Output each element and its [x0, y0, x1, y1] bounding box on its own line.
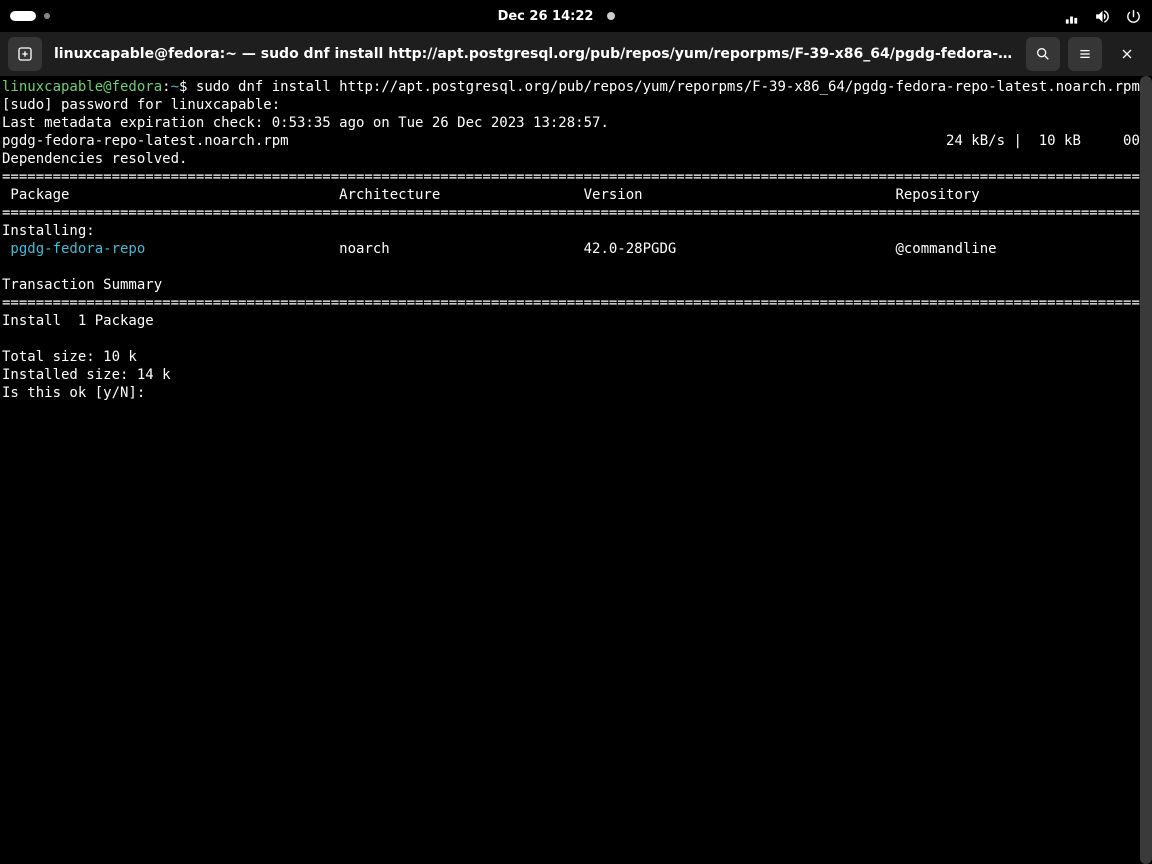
search-icon [1035, 46, 1051, 62]
network-icon [1063, 8, 1080, 25]
topbar-status-area[interactable] [1063, 8, 1142, 25]
plus-icon [17, 46, 33, 62]
download-line: pgdg-fedora-repo-latest.noarch.rpm 24 kB… [2, 133, 1152, 149]
prompt-sep: : [162, 79, 170, 95]
installed-size: Installed size: 14 k [2, 367, 171, 383]
close-icon [1119, 46, 1135, 62]
table-header: Package Architecture Version Repository … [2, 187, 1152, 203]
notification-dot-icon [607, 12, 615, 20]
menu-button[interactable] [1068, 37, 1102, 71]
rule-line: ========================================… [2, 205, 1152, 221]
close-button[interactable] [1110, 37, 1144, 71]
rule-line: ========================================… [2, 295, 1152, 311]
terminal-viewport[interactable]: linuxcapable@fedora:~$ sudo dnf install … [0, 76, 1152, 864]
topbar-activities[interactable] [10, 11, 50, 21]
activities-dot-icon [44, 13, 50, 19]
terminal-output: linuxcapable@fedora:~$ sudo dnf install … [0, 76, 1152, 404]
command-text: sudo dnf install http://apt.postgresql.o… [196, 79, 1140, 95]
new-tab-button[interactable] [8, 37, 42, 71]
terminal-titlebar: linuxcapable@fedora:~ — sudo dnf install… [0, 32, 1152, 76]
installing-label: Installing: [2, 223, 95, 239]
terminal-scrollbar[interactable] [1140, 76, 1152, 864]
sudo-prompt: [sudo] password for linuxcapable: [2, 97, 289, 113]
prompt-symbol: $ [179, 79, 196, 95]
volume-icon [1094, 8, 1111, 25]
deps-line: Dependencies resolved. [2, 151, 187, 167]
package-name: pgdg-fedora-repo [2, 241, 145, 257]
prompt-path: ~ [171, 79, 179, 95]
activities-pill-icon [10, 11, 36, 21]
power-icon [1125, 8, 1142, 25]
rule-line: ========================================… [2, 169, 1152, 185]
prompt-user: linuxcapable@fedora [2, 79, 162, 95]
gnome-topbar: Dec 26 14:22 [0, 0, 1152, 32]
package-row-rest: noarch 42.0-28PGDG @commandline 10 k [145, 241, 1152, 257]
txn-summary-label: Transaction Summary [2, 277, 162, 293]
confirm-prompt: Is this ok [y/N]: [2, 385, 154, 401]
total-size: Total size: 10 k [2, 349, 137, 365]
search-button[interactable] [1026, 37, 1060, 71]
window-title: linuxcapable@fedora:~ — sudo dnf install… [50, 46, 1018, 62]
topbar-clock[interactable]: Dec 26 14:22 [498, 9, 616, 24]
metadata-line: Last metadata expiration check: 0:53:35 … [2, 115, 609, 131]
scrollbar-thumb[interactable] [1140, 76, 1152, 864]
install-count: Install 1 Package [2, 313, 154, 329]
hamburger-icon [1077, 46, 1093, 62]
clock-text: Dec 26 14:22 [498, 9, 594, 24]
